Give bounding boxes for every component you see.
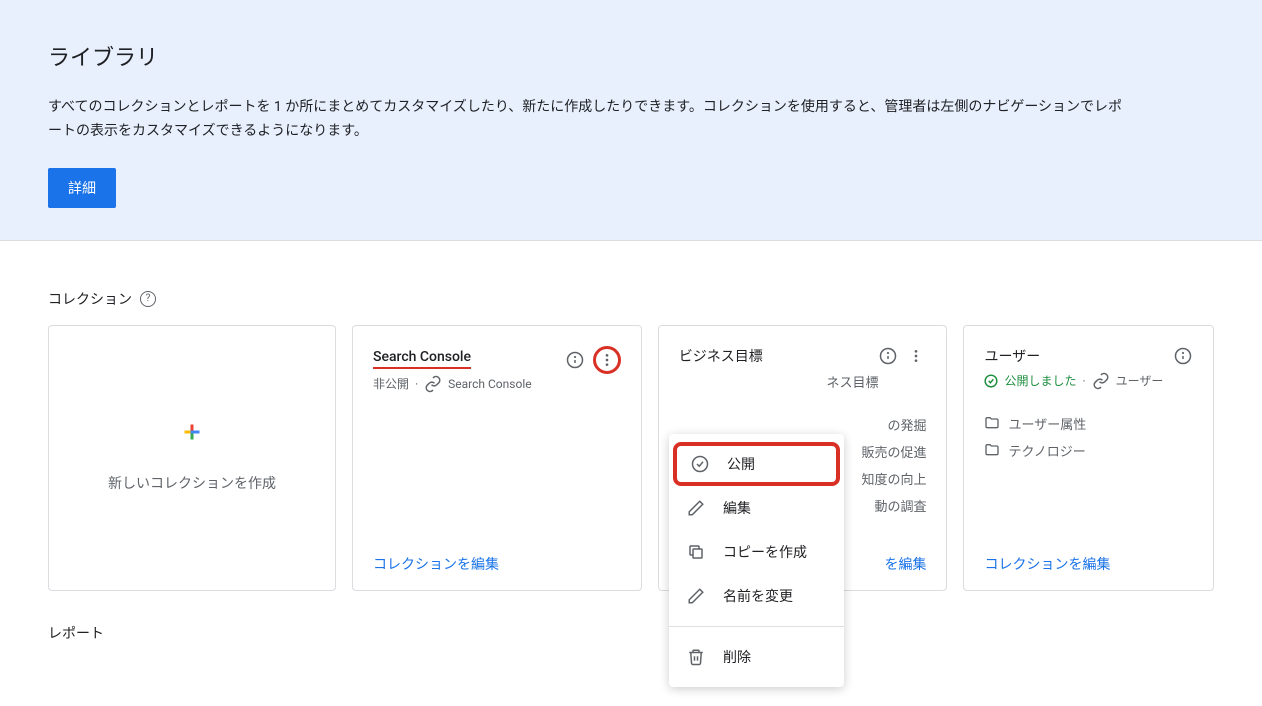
link-icon (424, 375, 442, 393)
pencil-icon (687, 499, 707, 517)
card-title: Search Console (373, 349, 471, 369)
help-icon[interactable]: ? (140, 291, 156, 307)
list-item: 知度の向上 (861, 469, 926, 488)
menu-item-rename[interactable]: 名前を変更 (669, 574, 844, 618)
list-item: テクノロジー (1008, 441, 1085, 460)
linked-text: Search Console (448, 377, 531, 391)
link-icon (1092, 372, 1110, 390)
create-collection-card[interactable]: 新しいコレクションを作成 (48, 325, 336, 591)
plus-icon (183, 423, 201, 441)
copy-icon (687, 543, 707, 561)
trash-icon (687, 648, 707, 666)
menu-divider (669, 626, 844, 627)
list-item: の発掘 (887, 415, 926, 434)
collection-card-search-console: Search Console 非公開 · Search Console (352, 325, 642, 591)
collections-section: コレクション ? 新しいコレクションを作成 Searc (0, 241, 1262, 683)
info-icon[interactable] (878, 346, 898, 366)
page-title: ライブラリ (48, 40, 1214, 72)
status-text: 非公開 (373, 375, 409, 392)
collections-heading: コレクション (48, 289, 132, 309)
edit-collection-link[interactable]: コレクションを編集 (984, 557, 1110, 573)
collection-card-user: ユーザー 公開しました · ユーザー (963, 325, 1214, 591)
details-button[interactable]: 詳細 (48, 168, 116, 208)
pencil-icon (687, 587, 707, 605)
menu-item-publish[interactable]: 公開 (673, 442, 840, 486)
reports-heading: レポート (48, 623, 104, 643)
check-circle-icon (691, 455, 711, 473)
list-item: 販売の促進 (861, 442, 926, 461)
menu-item-copy[interactable]: コピーを作成 (669, 530, 844, 574)
info-icon[interactable] (565, 350, 585, 370)
card-title: ユーザー (984, 349, 1040, 365)
linked-text: ネス目標 (826, 372, 878, 391)
folder-icon (984, 442, 1000, 458)
status-text: 公開しました (1004, 372, 1076, 389)
edit-collection-link[interactable]: コレクションを編集 (373, 557, 499, 573)
info-icon[interactable] (1173, 346, 1193, 366)
create-collection-label: 新しいコレクションを作成 (108, 473, 276, 493)
list-item: 動の調査 (874, 496, 926, 515)
context-menu: 公開 編集 コピーを作成 名前を変更 (669, 434, 844, 687)
more-menu-button[interactable] (593, 346, 621, 374)
more-menu-button[interactable] (906, 346, 926, 366)
hero-banner: ライブラリ すべてのコレクションとレポートを 1 か所にまとめてカスタマイズした… (0, 0, 1262, 241)
menu-item-delete[interactable]: 削除 (669, 635, 844, 679)
check-circle-icon (984, 374, 998, 388)
list-item: ユーザー属性 (1008, 414, 1086, 433)
edit-collection-link[interactable]: を編集 (884, 557, 926, 573)
card-title: ビジネス目標 (679, 349, 763, 365)
page-description: すべてのコレクションとレポートを 1 か所にまとめてカスタマイズしたり、新たに作… (48, 96, 1128, 144)
linked-text: ユーザー (1116, 372, 1164, 389)
folder-icon (984, 415, 1000, 431)
menu-item-edit[interactable]: 編集 (669, 486, 844, 530)
